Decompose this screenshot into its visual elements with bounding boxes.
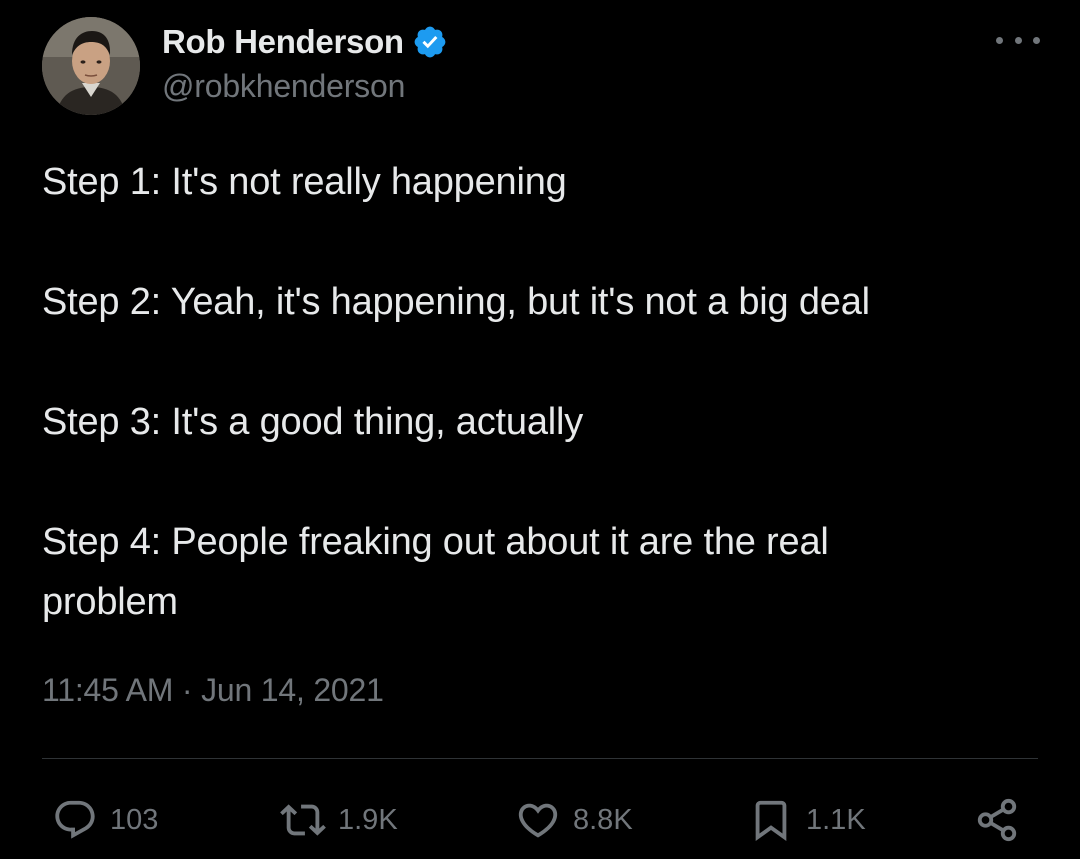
profile-photo [42,17,140,115]
name-row: Rob Henderson [162,20,448,64]
tweet-text: Step 1: It's not really happening Step 2… [42,152,1042,632]
tweet-line: Step 3: It's a good thing, actually [42,401,584,443]
tweet-line: Step 1: It's not really happening [42,161,567,203]
avatar[interactable] [42,17,140,115]
bookmark-icon [755,800,787,841]
author-block: Rob Henderson @robkhenderson [162,20,448,105]
heart-icon [518,803,558,838]
share-button[interactable] [974,790,1020,850]
divider [42,758,1038,759]
dot [1014,36,1022,44]
more-horizontal-icon[interactable] [996,28,1040,52]
like-count: 8.8K [573,803,633,836]
retweet-button[interactable]: 1.9K [280,790,398,850]
tweet-line: Step 4: People freaking out about it are… [42,521,829,623]
retweet-count: 1.9K [338,803,398,836]
timestamp[interactable]: 11:45 AM · Jun 14, 2021 [42,672,384,709]
tweet-line: Step 2: Yeah, it's happening, but it's n… [42,281,870,323]
bookmark-count: 1.1K [806,803,866,836]
tweet: Rob Henderson @robkhenderson Step 1: It'… [0,0,1080,859]
verified-badge-icon[interactable] [412,24,448,60]
action-bar: 103 1.9K 8.8K 1.1K [0,790,1080,850]
handle[interactable]: @robkhenderson [162,68,448,105]
dot [996,36,1003,44]
dot [1033,36,1040,44]
bookmark-button[interactable]: 1.1K [748,790,866,850]
reply-icon [55,800,95,839]
reply-count: 103 [110,803,159,836]
retweet-icon [280,804,326,836]
like-button[interactable]: 8.8K [515,790,633,850]
share-icon [977,798,1017,842]
display-name[interactable]: Rob Henderson [162,23,404,61]
reply-button[interactable]: 103 [52,790,158,850]
